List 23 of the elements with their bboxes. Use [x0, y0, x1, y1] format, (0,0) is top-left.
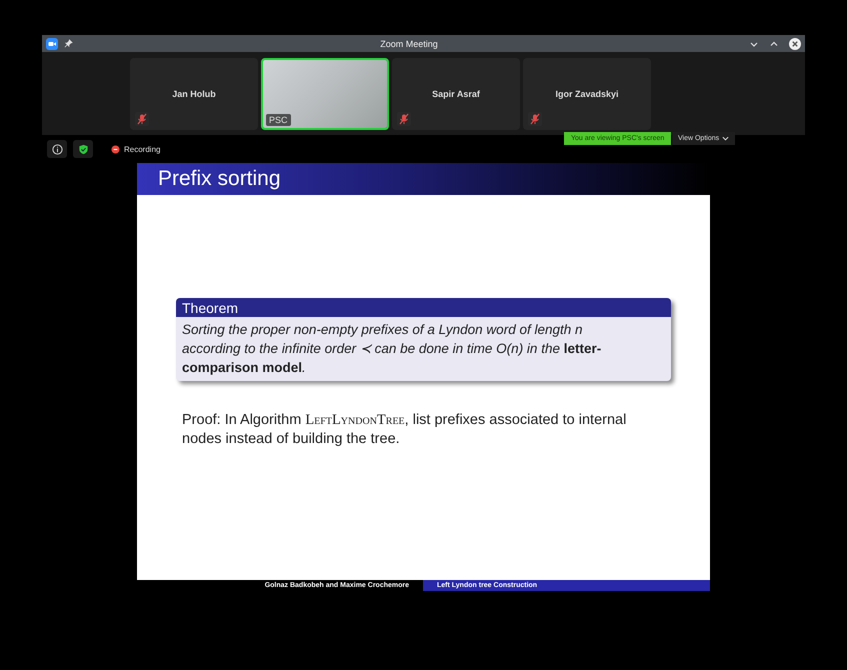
theorem-text: Sorting the proper non-empty prefixes of a Lyndon word of length n according to the infinite order ≺ can be done in time O(n) in the letter-comparison model. — [181, 321, 602, 377]
participant-tile[interactable]: Jan Holub — [130, 58, 258, 130]
slide-title: Prefix sorting — [158, 167, 281, 191]
info-icon — [52, 144, 62, 154]
participant-tile[interactable]: Igor Zavadskyi — [523, 58, 651, 130]
participant-name: Igor Zavadskyi — [555, 88, 619, 98]
close-icon[interactable] — [789, 38, 801, 50]
participant-name: Jan Holub — [172, 88, 216, 98]
participant-tile[interactable]: Sapir Asraf — [392, 58, 520, 130]
info-button[interactable] — [47, 140, 67, 158]
participant-name: Sapir Asraf — [432, 88, 480, 98]
participant-tile[interactable]: PSC — [261, 58, 389, 130]
security-button[interactable] — [73, 140, 93, 158]
recording-dot-icon — [111, 144, 120, 154]
theorem-heading: Theorem — [182, 300, 238, 316]
recording-label: Recording — [124, 144, 160, 154]
proof-text: Proof: In Algorithm LeftLyndonTree, list prefixes associated to internal nodes instead of building the tree. — [182, 411, 628, 449]
chevron-down-icon — [722, 135, 730, 142]
window-title: Zoom Meeting — [379, 38, 439, 48]
pin-icon[interactable] — [64, 39, 73, 48]
participant-name: PSC — [266, 114, 291, 126]
shield-check-icon — [78, 144, 88, 154]
camera-icon — [46, 38, 58, 50]
